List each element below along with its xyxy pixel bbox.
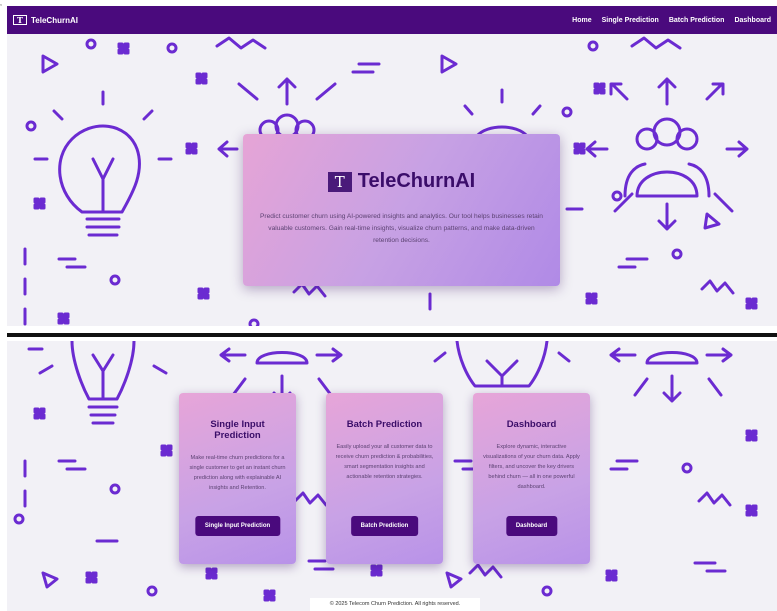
brand[interactable]: T TeleChurnAI [13,15,78,25]
card-description: Easily upload your all customer data to … [335,444,434,480]
single-input-prediction-button[interactable]: Single Input Prediction [194,516,281,536]
lightbulb-icon-partial [433,341,571,388]
nav-link-single-prediction[interactable]: Single Prediction [602,17,659,24]
corner-mark: , [0,0,2,7]
circle-icon [109,483,121,495]
navbar: T TeleChurnAI Home Single Prediction Bat… [7,6,777,34]
batch-prediction-button[interactable]: Batch Prediction [350,516,419,536]
section-gap [7,326,777,333]
feature-card-batch: Batch Prediction Easily upload your all … [326,393,443,564]
triangle-icon [41,54,59,74]
circle-icon [85,38,97,50]
dashboard-button[interactable]: Dashboard [505,516,558,536]
section-divider [7,333,777,337]
brand-name: TeleChurnAI [31,15,78,25]
zigzag-icon [215,36,267,50]
nav-link-home[interactable]: Home [572,17,591,24]
card-description: Explore dynamic, interactive visualizati… [483,444,580,490]
nav-links: Home Single Prediction Batch Prediction … [572,17,771,24]
nav-link-batch-prediction[interactable]: Batch Prediction [669,17,725,24]
card-title: Single Input Prediction [210,419,265,441]
hero-card: T TeleChurnAI Predict customer churn usi… [243,134,560,286]
lightbulb-icon [33,90,173,237]
features-section: Single Input Prediction Make real-time c… [7,341,777,611]
lightbulb-icon [27,341,168,425]
users-icon-partial [255,351,309,365]
hero-section: T TeleChurnAI Predict customer churn usi… [7,34,777,326]
telechurn-logo-icon: T [327,171,352,192]
brand-logo-icon: T [13,15,27,25]
zigzag-icon [293,491,328,507]
hero-title: T TeleChurnAI [243,170,560,193]
footer: © 2025 Telecom Churn Prediction. All rig… [310,598,480,611]
users-icon [585,77,749,231]
hero-heading: TeleChurnAI [357,170,476,192]
feature-card-single: Single Input Prediction Make real-time c… [179,393,296,564]
card-title: Batch Prediction [346,419,423,430]
nav-link-dashboard[interactable]: Dashboard [734,17,771,24]
hero-description: Predict customer churn using AI-powered … [260,213,543,244]
card-title: Dashboard [506,419,557,430]
triangle-icon [41,571,59,589]
card-description: Make real-time churn predictions for a s… [189,455,286,491]
feature-card-dashboard: Dashboard Explore dynamic, interactive v… [473,393,590,564]
